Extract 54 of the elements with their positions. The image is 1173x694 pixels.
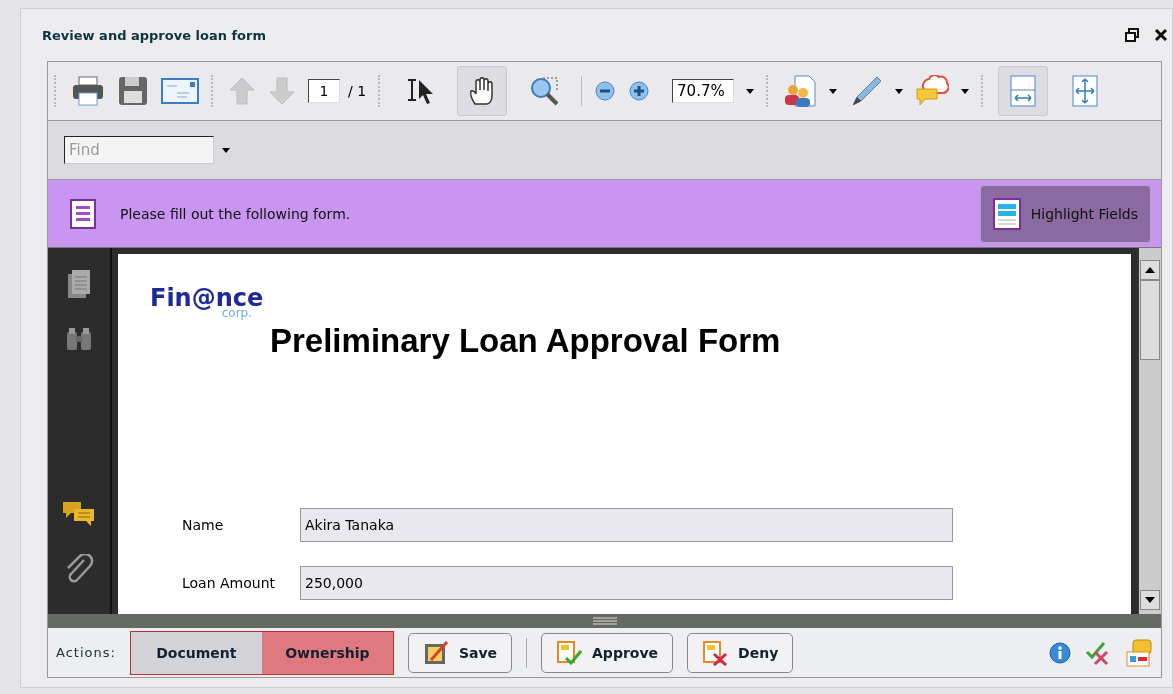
scroll-down-icon[interactable] — [1140, 590, 1160, 610]
logo-subtext: corp. — [221, 306, 252, 320]
highlight-fields-button[interactable]: Highlight Fields — [979, 184, 1151, 243]
scroll-up-icon[interactable] — [1140, 260, 1160, 280]
comment-cloud-icon[interactable] — [915, 75, 950, 107]
action-button[interactable]: Save — [407, 632, 513, 673]
form-icon — [70, 198, 96, 229]
form-field[interactable]: 250,000 — [300, 566, 953, 600]
action-button[interactable]: Approve — [541, 632, 674, 673]
zoom-field[interactable]: 70.7% — [672, 79, 735, 103]
field-label: Loan Amount — [182, 575, 277, 591]
close-icon[interactable] — [1154, 28, 1168, 42]
window-title: Review and approve loan form — [42, 27, 266, 43]
zoom-in-icon[interactable] — [628, 80, 651, 102]
envelope-icon[interactable] — [161, 76, 199, 106]
scrollbar[interactable] — [1137, 248, 1161, 614]
printer-icon[interactable] — [71, 75, 105, 107]
scroll-thumb[interactable] — [1140, 280, 1160, 360]
document-cross-icon[interactable] — [702, 639, 729, 666]
form-fields-icon[interactable] — [1125, 637, 1153, 668]
action-tab[interactable]: Ownership — [261, 631, 393, 674]
users-document-icon[interactable] — [783, 74, 818, 108]
form-title: Preliminary Loan Approval Form — [270, 322, 781, 360]
find-field[interactable]: Find — [64, 136, 214, 164]
page-number-field[interactable]: 1 — [308, 79, 340, 103]
text-select-cursor-icon[interactable] — [405, 76, 436, 106]
tool-button[interactable] — [457, 66, 508, 116]
form-icon[interactable] — [992, 197, 1021, 230]
dropdown-arrow-icon[interactable] — [961, 88, 970, 94]
comments-icon[interactable] — [62, 500, 96, 528]
check-cross-icon[interactable] — [1085, 639, 1111, 666]
magnifier-icon[interactable] — [529, 76, 560, 106]
actions-label: Actions: — [56, 645, 116, 660]
fit-page-icon[interactable] — [1071, 74, 1100, 108]
fit-width-icon[interactable] — [1009, 74, 1038, 108]
zoom-out-icon[interactable] — [594, 80, 617, 102]
pen-icon[interactable] — [849, 75, 884, 107]
action-button[interactable]: Deny — [687, 632, 794, 673]
action-tab[interactable]: Document — [130, 631, 262, 674]
pages-icon[interactable] — [66, 268, 92, 300]
binoculars-icon[interactable] — [65, 326, 93, 352]
dropdown-arrow-icon[interactable] — [746, 88, 755, 94]
document-check-icon[interactable] — [556, 639, 583, 666]
grip-icon[interactable] — [592, 617, 617, 625]
dropdown-arrow-icon[interactable] — [895, 88, 904, 94]
page-count: / 1 — [348, 83, 367, 99]
restore-icon[interactable] — [1124, 27, 1140, 43]
field-label: Name — [182, 517, 225, 533]
info-icon[interactable] — [1049, 641, 1071, 664]
save-edit-icon[interactable] — [422, 639, 449, 666]
dropdown-arrow-icon[interactable] — [829, 88, 838, 94]
form-field[interactable]: Akira Tanaka — [300, 508, 953, 542]
banner-message: Please fill out the following form. — [120, 205, 351, 222]
dropdown-arrow-icon[interactable] — [222, 147, 230, 153]
